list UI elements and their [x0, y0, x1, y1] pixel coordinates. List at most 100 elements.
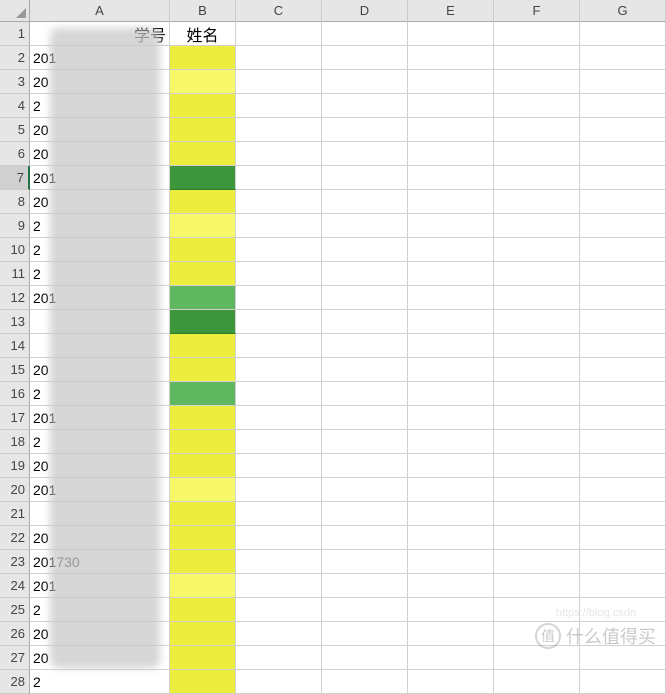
cell-g[interactable]	[580, 334, 666, 358]
cell-c[interactable]	[236, 118, 322, 142]
cell-e[interactable]	[408, 46, 494, 70]
row-header[interactable]: 6	[0, 142, 30, 166]
cell-c[interactable]	[236, 454, 322, 478]
cell-d[interactable]	[322, 430, 408, 454]
cell-d[interactable]	[322, 574, 408, 598]
cell-e[interactable]	[408, 670, 494, 694]
cell-c[interactable]	[236, 238, 322, 262]
cell-g[interactable]	[580, 502, 666, 526]
cell-g[interactable]	[580, 310, 666, 334]
cell-e[interactable]	[408, 70, 494, 94]
cell-a[interactable]: 2	[30, 670, 170, 694]
col-header-g[interactable]: G	[580, 0, 666, 22]
cell-f[interactable]	[494, 526, 580, 550]
cell-c[interactable]	[236, 574, 322, 598]
row-header[interactable]: 16	[0, 382, 30, 406]
row-header[interactable]: 2	[0, 46, 30, 70]
cell-e[interactable]	[408, 502, 494, 526]
cell-e[interactable]	[408, 574, 494, 598]
cell-d[interactable]	[322, 118, 408, 142]
cell-e[interactable]	[408, 310, 494, 334]
cell-d[interactable]	[322, 334, 408, 358]
cell-g[interactable]	[580, 262, 666, 286]
cell-f[interactable]	[494, 238, 580, 262]
cell-c[interactable]	[236, 286, 322, 310]
cell-f[interactable]	[494, 46, 580, 70]
cell-b[interactable]	[170, 622, 236, 646]
cell-b[interactable]	[170, 406, 236, 430]
cell-g[interactable]	[580, 550, 666, 574]
cell-e[interactable]	[408, 406, 494, 430]
cell-d[interactable]	[322, 382, 408, 406]
cell-f[interactable]	[494, 550, 580, 574]
cell-c[interactable]	[236, 478, 322, 502]
cell-e[interactable]	[408, 478, 494, 502]
col-header-c[interactable]: C	[236, 0, 322, 22]
cell-e[interactable]	[408, 190, 494, 214]
cell-b[interactable]	[170, 262, 236, 286]
cell-g[interactable]	[580, 238, 666, 262]
cell-c[interactable]	[236, 382, 322, 406]
cell-f[interactable]	[494, 358, 580, 382]
cell-f[interactable]	[494, 502, 580, 526]
cell-g[interactable]	[580, 358, 666, 382]
row-header[interactable]: 13	[0, 310, 30, 334]
cell-g[interactable]	[580, 142, 666, 166]
cell-c[interactable]	[236, 406, 322, 430]
row-header[interactable]: 26	[0, 622, 30, 646]
header-cell-b[interactable]: 姓名	[170, 22, 236, 46]
cell-b[interactable]	[170, 238, 236, 262]
row-header[interactable]: 4	[0, 94, 30, 118]
cell-b[interactable]	[170, 190, 236, 214]
cell-c[interactable]	[236, 190, 322, 214]
cell-c[interactable]	[236, 46, 322, 70]
cell-f[interactable]	[494, 310, 580, 334]
row-header[interactable]: 14	[0, 334, 30, 358]
row-header[interactable]: 21	[0, 502, 30, 526]
cell-e[interactable]	[408, 550, 494, 574]
row-header[interactable]: 22	[0, 526, 30, 550]
col-header-d[interactable]: D	[322, 0, 408, 22]
cell-d[interactable]	[322, 502, 408, 526]
cell-f[interactable]	[494, 214, 580, 238]
cell-b[interactable]	[170, 358, 236, 382]
cell-d[interactable]	[322, 94, 408, 118]
cell-c[interactable]	[236, 670, 322, 694]
cell-b[interactable]	[170, 214, 236, 238]
cell-d[interactable]	[322, 526, 408, 550]
cell-b[interactable]	[170, 598, 236, 622]
cell-f[interactable]	[494, 334, 580, 358]
cell-g[interactable]	[580, 454, 666, 478]
cell-g[interactable]	[580, 382, 666, 406]
row-header[interactable]: 7	[0, 166, 30, 190]
cell-f[interactable]	[494, 22, 580, 46]
cell-e[interactable]	[408, 382, 494, 406]
cell-e[interactable]	[408, 262, 494, 286]
cell-b[interactable]	[170, 94, 236, 118]
cell-f[interactable]	[494, 646, 580, 670]
cell-f[interactable]	[494, 574, 580, 598]
cell-e[interactable]	[408, 646, 494, 670]
cell-g[interactable]	[580, 190, 666, 214]
cell-d[interactable]	[322, 238, 408, 262]
cell-c[interactable]	[236, 70, 322, 94]
cell-e[interactable]	[408, 286, 494, 310]
cell-e[interactable]	[408, 598, 494, 622]
cell-b[interactable]	[170, 454, 236, 478]
cell-g[interactable]	[580, 94, 666, 118]
row-header[interactable]: 23	[0, 550, 30, 574]
cell-e[interactable]	[408, 430, 494, 454]
cell-f[interactable]	[494, 286, 580, 310]
cell-b[interactable]	[170, 166, 236, 190]
cell-c[interactable]	[236, 22, 322, 46]
cell-c[interactable]	[236, 358, 322, 382]
cell-e[interactable]	[408, 118, 494, 142]
row-header[interactable]: 10	[0, 238, 30, 262]
cell-c[interactable]	[236, 262, 322, 286]
cell-c[interactable]	[236, 334, 322, 358]
select-all-corner[interactable]	[0, 0, 30, 22]
cell-g[interactable]	[580, 526, 666, 550]
cell-e[interactable]	[408, 622, 494, 646]
cell-b[interactable]	[170, 550, 236, 574]
cell-g[interactable]	[580, 670, 666, 694]
